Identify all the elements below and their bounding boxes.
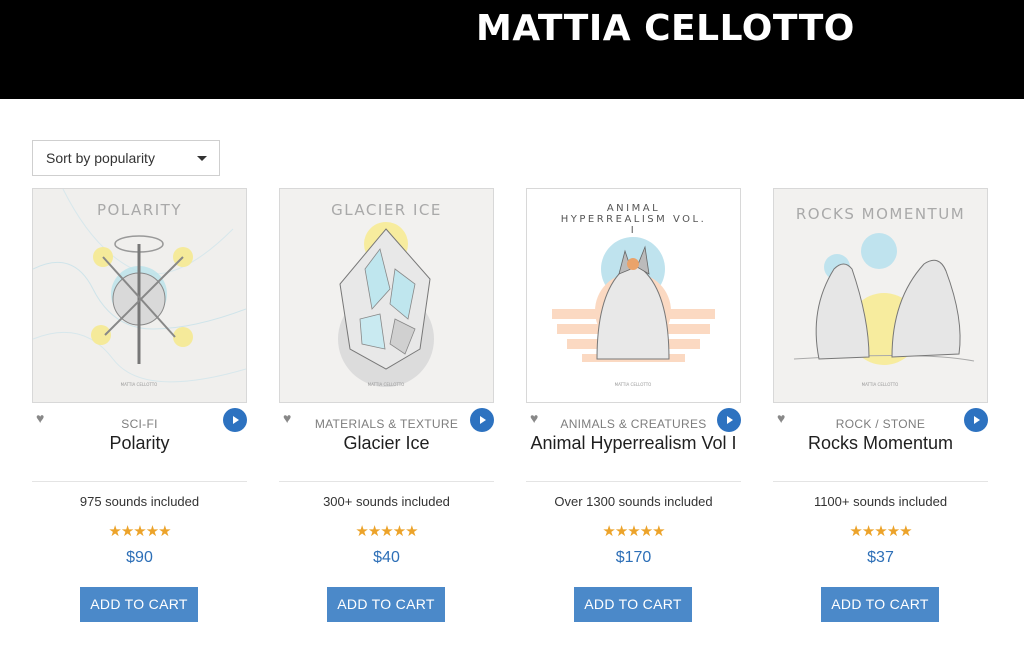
product-price: $170 — [615, 549, 652, 566]
product-price: $90 — [126, 549, 153, 566]
sounds-count: 1100+ sounds included — [813, 494, 948, 509]
product-category[interactable]: SCI-FI — [32, 417, 247, 431]
product-image[interactable]: MATTIA CELLOTTO POLARITY — [32, 188, 247, 403]
add-to-cart-button[interactable]: ADD TO CART — [574, 587, 692, 622]
product-image[interactable]: MATTIA CELLOTTO ROCKS MOMENTUM — [773, 188, 988, 403]
artwork-title: POLARITY — [97, 201, 182, 219]
artwork-title: ROCKS MOMENTUM — [795, 205, 966, 223]
sort-select[interactable]: Sort by popularity — [32, 140, 220, 176]
svg-text:MATTIA CELLOTTO: MATTIA CELLOTTO — [368, 382, 405, 387]
site-header: MATTIA CELLOTTO — [0, 0, 1024, 99]
add-to-cart-button[interactable]: ADD TO CART — [80, 587, 198, 622]
product-name[interactable]: Animal Hyperrealism Vol I — [516, 433, 751, 454]
star-rating: ★★★★★ — [602, 523, 665, 540]
caret-down-icon — [197, 156, 207, 161]
product-name[interactable]: Glacier Ice — [269, 433, 504, 454]
play-icon[interactable] — [964, 408, 988, 432]
product-name[interactable]: Polarity — [22, 433, 257, 454]
product-image[interactable]: MATTIA CELLOTTO GLACIER ICE — [279, 188, 494, 403]
product-category[interactable]: MATERIALS & TEXTURE — [279, 417, 494, 431]
site-title[interactable]: MATTIA CELLOTTO — [476, 8, 855, 49]
divider — [773, 481, 988, 482]
sounds-count: 975 sounds included — [79, 494, 200, 509]
svg-text:MATTIA CELLOTTO: MATTIA CELLOTTO — [121, 382, 158, 387]
sort-selected-value: Sort by popularity — [46, 150, 155, 166]
divider — [526, 481, 741, 482]
play-icon[interactable] — [717, 408, 741, 432]
artwork-title: GLACIER ICE — [331, 201, 442, 219]
star-rating: ★★★★★ — [355, 523, 418, 540]
product-category[interactable]: ANIMALS & CREATURES — [526, 417, 741, 431]
product-price: $40 — [373, 549, 400, 566]
product-category[interactable]: ROCK / STONE — [773, 417, 988, 431]
svg-text:MATTIA CELLOTTO: MATTIA CELLOTTO — [862, 382, 899, 387]
divider — [32, 481, 247, 482]
product-price: $37 — [867, 549, 894, 566]
artwork-title: ANIMAL HYPERREALISM VOL. I — [560, 203, 707, 236]
add-to-cart-button[interactable]: ADD TO CART — [327, 587, 445, 622]
product-name[interactable]: Rocks Momentum — [763, 433, 998, 454]
product-image[interactable]: MATTIA CELLOTTO ANIMAL HYPERREALISM VOL.… — [526, 188, 741, 403]
svg-text:MATTIA CELLOTTO: MATTIA CELLOTTO — [615, 382, 652, 387]
sounds-count: Over 1300 sounds included — [554, 494, 713, 509]
star-rating: ★★★★★ — [108, 523, 171, 540]
play-icon[interactable] — [223, 408, 247, 432]
star-rating: ★★★★★ — [849, 523, 912, 540]
add-to-cart-button[interactable]: ADD TO CART — [821, 587, 939, 622]
sounds-count: 300+ sounds included — [323, 494, 450, 509]
play-icon[interactable] — [470, 408, 494, 432]
divider — [279, 481, 494, 482]
